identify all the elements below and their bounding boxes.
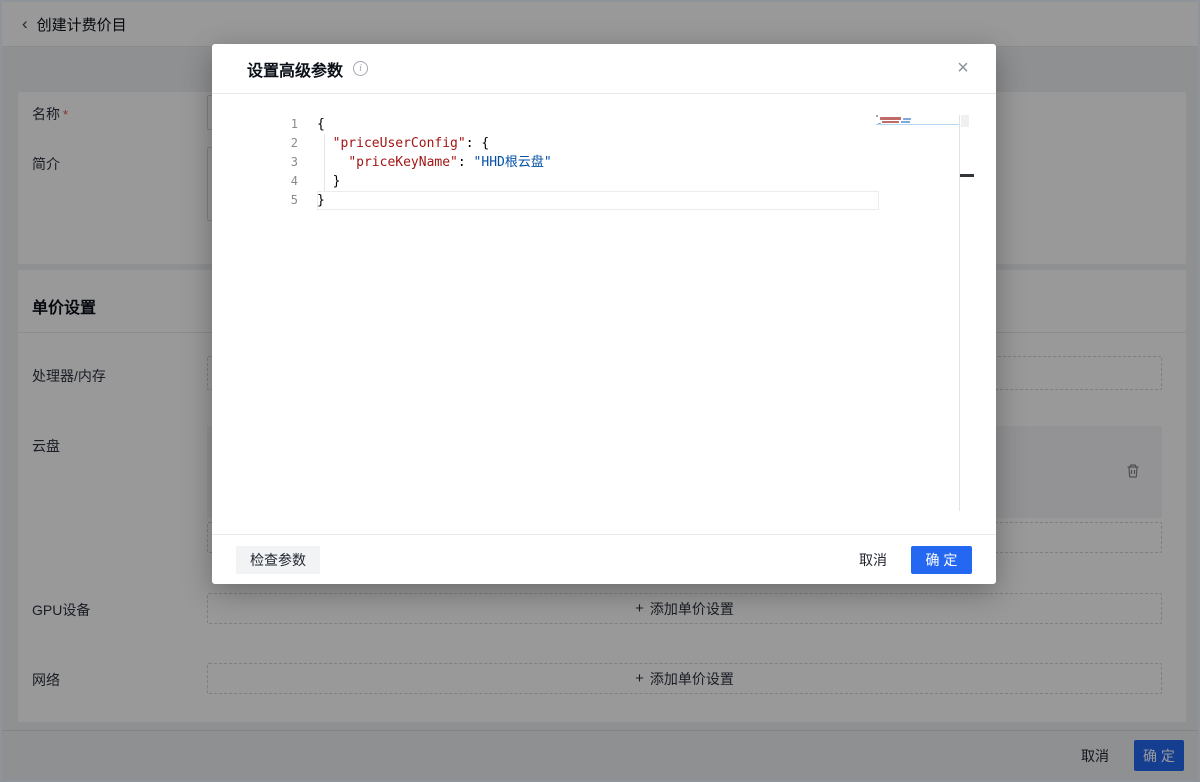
code-line[interactable]: } — [317, 191, 552, 210]
editor-gutter: 12345 — [252, 115, 298, 210]
close-icon[interactable]: × — [952, 58, 974, 80]
minimap-slider — [876, 124, 960, 125]
editor-lines: { "priceUserConfig": { "priceKeyName": "… — [317, 115, 552, 210]
line-number: 3 — [252, 153, 298, 172]
modal-footer-actions: 取消 确 定 — [859, 546, 972, 574]
code-line[interactable]: } — [317, 172, 552, 191]
app-page: ‹ 创建计费价目 名称* 简介 单价设置 处理器/内存 + 添加单价设置 云盘 … — [0, 0, 1200, 782]
overview-ruler-cursor-mark — [960, 174, 974, 177]
advanced-params-modal: 设置高级参数 i × 12345 { "priceUserConfig": { … — [212, 44, 996, 584]
line-number: 1 — [252, 115, 298, 134]
code-line[interactable]: "priceUserConfig": { — [317, 134, 552, 153]
modal-footer: 检查参数 取消 确 定 — [212, 534, 996, 584]
line-number: 5 — [252, 191, 298, 210]
json-code-editor[interactable]: 12345 { "priceUserConfig": { "priceKeyNa… — [252, 115, 976, 511]
modal-title: 设置高级参数 — [247, 57, 343, 81]
modal-confirm-button[interactable]: 确 定 — [911, 546, 972, 574]
code-line[interactable]: { — [317, 115, 552, 134]
check-params-button[interactable]: 检查参数 — [236, 546, 320, 574]
code-line[interactable]: "priceKeyName": "HHD根云盘" — [317, 153, 552, 172]
info-icon: i — [353, 61, 368, 76]
line-number: 4 — [252, 172, 298, 191]
minimap — [876, 115, 960, 129]
scrollbar-thumb[interactable] — [961, 115, 969, 127]
modal-header: 设置高级参数 i × — [212, 44, 996, 94]
modal-cancel-button[interactable]: 取消 — [859, 550, 887, 570]
line-number: 2 — [252, 134, 298, 153]
